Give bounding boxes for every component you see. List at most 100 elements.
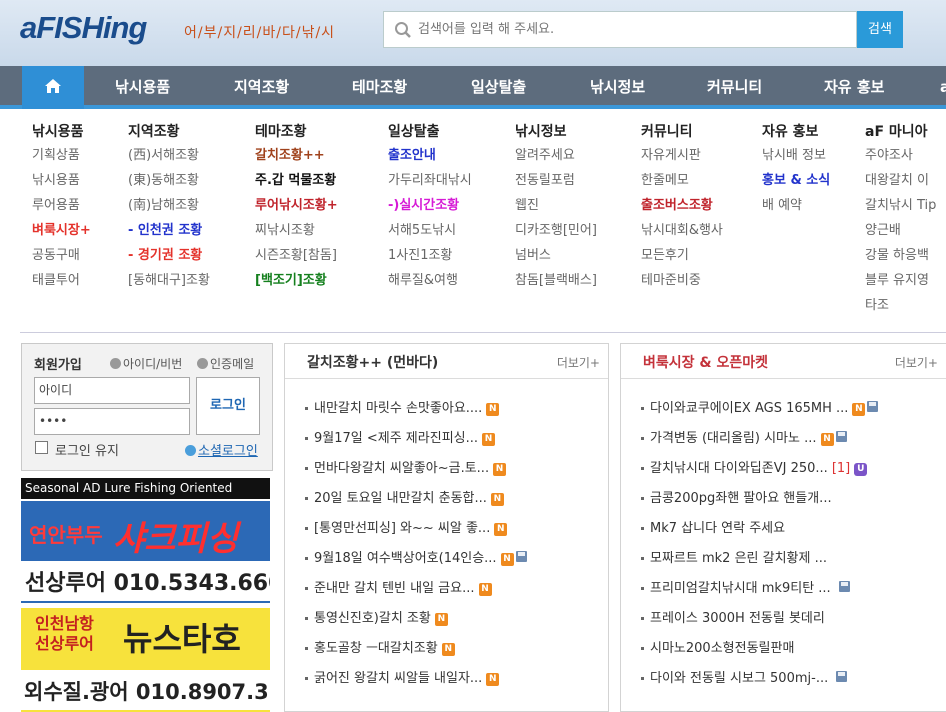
menu-item[interactable]: 출조버스조황 bbox=[641, 193, 723, 218]
nav-item-info[interactable]: 낚시정보 bbox=[590, 66, 645, 109]
menu-item[interactable]: 가두리좌대낚시 bbox=[388, 168, 472, 193]
find-id-link[interactable]: 아이디/비번 bbox=[110, 355, 182, 372]
menu-item[interactable]: 넘버스 bbox=[515, 243, 597, 268]
menu-item[interactable]: 홍보 & 소식 bbox=[762, 168, 830, 193]
menu-item[interactable]: 루어낚시조황+ bbox=[255, 193, 338, 218]
list-item[interactable]: 20일 토요일 내만갈치 춘동합... N bbox=[285, 484, 608, 514]
panel-title[interactable]: 갈치조황++ (먼바다) bbox=[307, 352, 438, 372]
menu-item[interactable]: 타조 bbox=[865, 293, 946, 318]
menu-item[interactable]: 기획상품 bbox=[32, 143, 91, 168]
menu-column-header[interactable]: 테마조황 bbox=[255, 121, 338, 143]
menu-item[interactable]: 갈치낚시 Tip bbox=[865, 193, 946, 218]
menu-item[interactable]: (東)동해조황 bbox=[128, 168, 210, 193]
list-item[interactable]: 갈치낚시대 다이와딥존VJ 250... [1] U bbox=[621, 454, 946, 484]
menu-item[interactable]: -)실시간조황 bbox=[388, 193, 472, 218]
menu-column-header[interactable]: 자유 홍보 bbox=[762, 121, 830, 143]
signup-link[interactable]: 회원가입 bbox=[34, 354, 82, 373]
keep-login-checkbox[interactable] bbox=[35, 441, 48, 454]
menu-item[interactable]: (南)남해조황 bbox=[128, 193, 210, 218]
menu-column-header[interactable]: 커뮤니티 bbox=[641, 121, 723, 143]
menu-column-header[interactable]: 낚시정보 bbox=[515, 121, 597, 143]
search-box[interactable] bbox=[383, 11, 857, 48]
menu-item[interactable]: 갈치조황++ bbox=[255, 143, 338, 168]
menu-item[interactable]: 배 예약 bbox=[762, 193, 830, 218]
nav-item-mania[interactable]: a bbox=[940, 66, 946, 109]
menu-column-header[interactable]: aF 마니아 bbox=[865, 121, 946, 143]
menu-item[interactable]: 참돔[블랙배스] bbox=[515, 268, 597, 293]
menu-item[interactable]: 낚시용품 bbox=[32, 168, 91, 193]
menu-column-header[interactable]: 일상탈출 bbox=[388, 121, 472, 143]
nav-item-daily[interactable]: 일상탈출 bbox=[471, 66, 526, 109]
list-item[interactable]: 홍도골창 ㅡ대갈치조황 N bbox=[285, 634, 608, 664]
list-item[interactable]: 통영신진호)갈치 조황 N bbox=[285, 604, 608, 634]
menu-item[interactable]: 서해5도낚시 bbox=[388, 218, 472, 243]
social-login-link[interactable]: 소셜로그인 bbox=[185, 440, 258, 459]
menu-item[interactable]: 태클투어 bbox=[32, 268, 91, 293]
list-item[interactable]: 다이와쿄쿠에이EX AGS 165MH ... N bbox=[621, 394, 946, 424]
ad-new-star[interactable]: 인천남항선상루어 뉴스타호 외수질.광어 010.8907.3866 bbox=[21, 608, 270, 712]
list-item[interactable]: 다이와 전동릴 시보그 500mj-... bbox=[621, 664, 946, 694]
list-item[interactable]: 9월17일 <제주 제라진피싱... N bbox=[285, 424, 608, 454]
login-button[interactable]: 로그인 bbox=[196, 377, 260, 435]
menu-column-header[interactable]: 지역조황 bbox=[128, 121, 210, 143]
panel-title[interactable]: 벼룩시장 & 오픈마켓 bbox=[643, 352, 768, 372]
list-item[interactable]: 가격변동 (대리올림) 시마노 ... N bbox=[621, 424, 946, 454]
menu-item[interactable]: 해루질&여행 bbox=[388, 268, 472, 293]
menu-item[interactable]: - 인천권 조황 bbox=[128, 218, 210, 243]
menu-item[interactable]: 낚시대회&행사 bbox=[641, 218, 723, 243]
list-item[interactable]: Mk7 삽니다 연락 주세요 bbox=[621, 514, 946, 544]
list-item[interactable]: 내만갈치 마릿수 손맛좋아요.... N bbox=[285, 394, 608, 424]
menu-item[interactable]: 주.갑 먹물조황 bbox=[255, 168, 338, 193]
menu-item[interactable]: 낚시배 정보 bbox=[762, 143, 830, 168]
menu-item[interactable]: 찌낚시조황 bbox=[255, 218, 338, 243]
list-item[interactable]: 9월18일 여수백상어호(14인승... N bbox=[285, 544, 608, 574]
menu-item[interactable]: 알려주세요 bbox=[515, 143, 597, 168]
menu-item[interactable]: 출조안내 bbox=[388, 143, 472, 168]
more-link[interactable]: 더보기+ bbox=[895, 354, 938, 371]
menu-item[interactable]: 시즌조황[참돔] bbox=[255, 243, 338, 268]
menu-item[interactable]: 블루 유지영 bbox=[865, 268, 946, 293]
menu-item[interactable]: 벼룩시장+ bbox=[32, 218, 91, 243]
menu-item[interactable]: 루어용품 bbox=[32, 193, 91, 218]
menu-item[interactable]: (西)서해조황 bbox=[128, 143, 210, 168]
menu-item[interactable]: 한줄메모 bbox=[641, 168, 723, 193]
nav-item-regional[interactable]: 지역조황 bbox=[234, 66, 289, 109]
menu-item[interactable]: 공동구매 bbox=[32, 243, 91, 268]
menu-item[interactable]: 디카조행[민어] bbox=[515, 218, 597, 243]
list-item[interactable]: 금콩200pg좌핸 팔아요 핸들개... bbox=[621, 484, 946, 514]
menu-column-header[interactable]: 낚시용품 bbox=[32, 121, 91, 143]
menu-item[interactable]: 모든후기 bbox=[641, 243, 723, 268]
menu-item[interactable]: 전동릴포럼 bbox=[515, 168, 597, 193]
menu-item[interactable]: 웹진 bbox=[515, 193, 597, 218]
menu-item[interactable]: [백조기]조황 bbox=[255, 268, 338, 293]
search-input[interactable] bbox=[418, 12, 838, 47]
menu-item[interactable]: 강물 하응백 bbox=[865, 243, 946, 268]
list-item[interactable]: [통영만선피싱] 와~~ 씨알 좋... N bbox=[285, 514, 608, 544]
menu-item[interactable]: 자유게시판 bbox=[641, 143, 723, 168]
list-item[interactable]: 프레이스 3000H 전동릴 봇데리 bbox=[621, 604, 946, 634]
list-item[interactable]: 프리미엄갈치낚시대 mk9티탄 ... bbox=[621, 574, 946, 604]
nav-item-promo[interactable]: 자유 홍보 bbox=[824, 66, 884, 109]
nav-item-fishing-gear[interactable]: 낚시용품 bbox=[115, 66, 170, 109]
verify-mail-link[interactable]: 인증메일 bbox=[197, 355, 254, 372]
search-button[interactable]: 검색 bbox=[857, 11, 903, 48]
menu-item[interactable]: 테마준비중 bbox=[641, 268, 723, 293]
id-input[interactable]: 아이디 bbox=[34, 377, 190, 404]
menu-item[interactable]: 주야조사 bbox=[865, 143, 946, 168]
menu-item[interactable]: 대왕갈치 이 bbox=[865, 168, 946, 193]
menu-item[interactable]: [동해대구]조황 bbox=[128, 268, 210, 293]
site-logo[interactable]: aFISHing bbox=[20, 10, 147, 46]
menu-item[interactable]: 양근배 bbox=[865, 218, 946, 243]
list-item[interactable]: 준내만 갈치 텐빈 내일 금요... N bbox=[285, 574, 608, 604]
more-link[interactable]: 더보기+ bbox=[557, 354, 600, 371]
ad-shark-fishing[interactable]: 연안부두 샤크피싱 선상루어 010.5343.6604 bbox=[21, 501, 270, 603]
nav-item-community[interactable]: 커뮤니티 bbox=[707, 66, 762, 109]
nav-item-theme[interactable]: 테마조황 bbox=[352, 66, 407, 109]
list-item[interactable]: 시마노200소형전동릴판매 bbox=[621, 634, 946, 664]
password-input[interactable]: •••• bbox=[34, 408, 190, 435]
list-item[interactable]: 모짜르트 mk2 은린 갈치황제 ... bbox=[621, 544, 946, 574]
list-item[interactable]: 굵어진 왕갈치 씨알들 내일자... N bbox=[285, 664, 608, 694]
list-item[interactable]: 먼바다왕갈치 씨알좋아~금.토... N bbox=[285, 454, 608, 484]
menu-item[interactable]: 1사진1조황 bbox=[388, 243, 472, 268]
nav-home[interactable] bbox=[22, 66, 84, 109]
